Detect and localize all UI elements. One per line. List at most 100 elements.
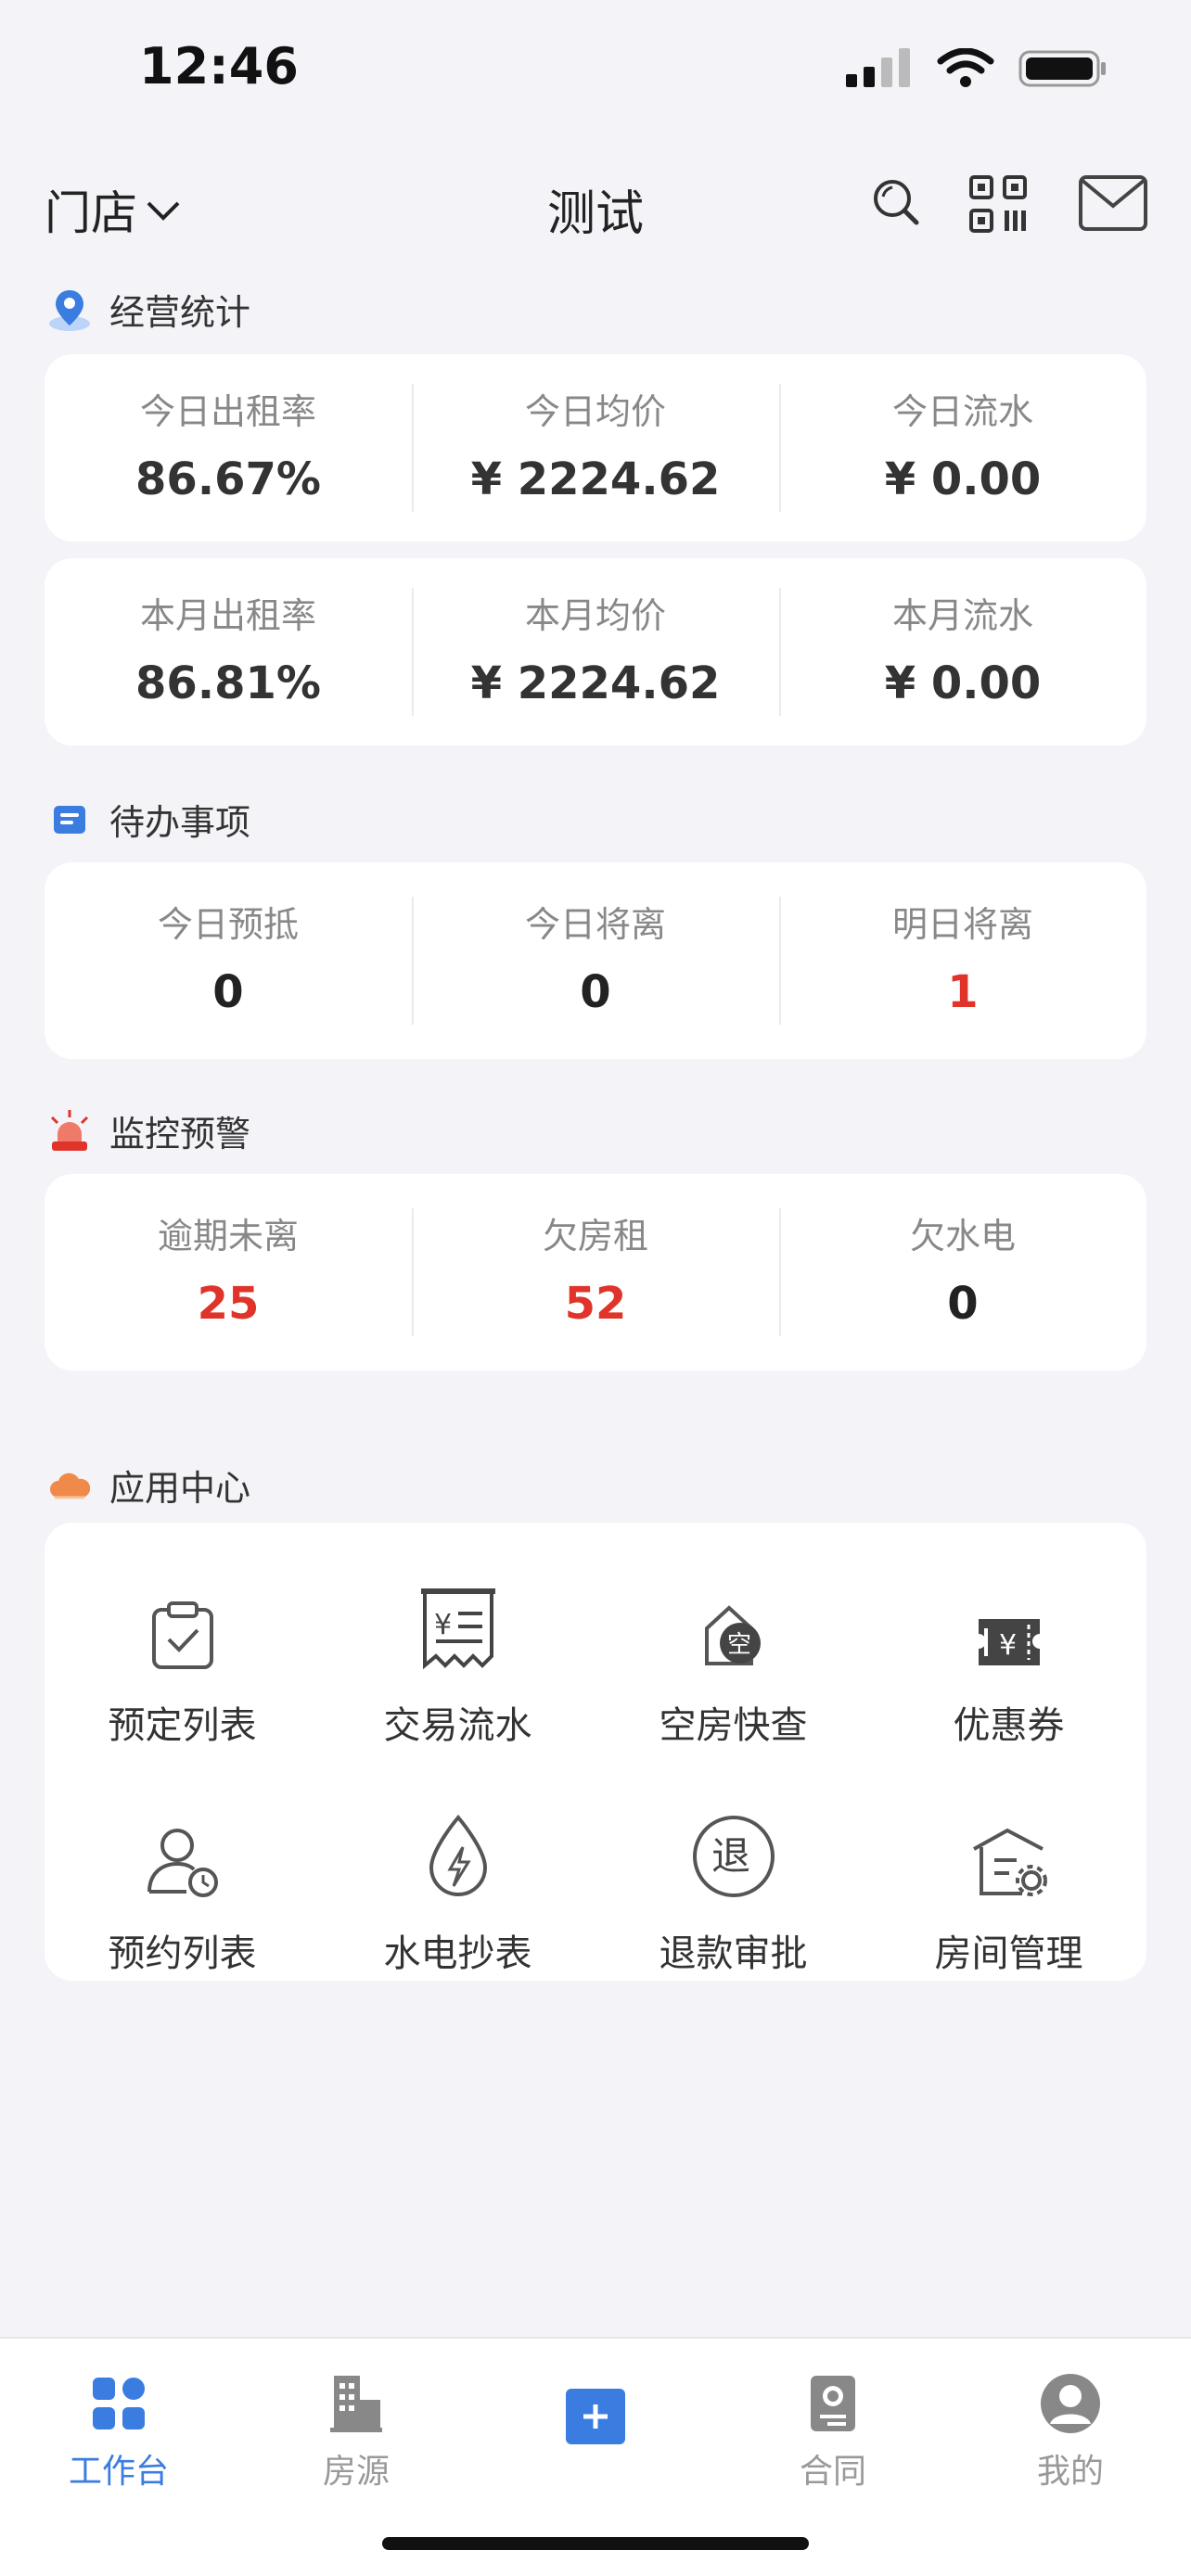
monitor-card: 逾期未离 25 欠房租 52 欠水电 0 — [45, 1174, 1146, 1371]
svg-text:退: 退 — [711, 1833, 750, 1879]
tab-workbench[interactable]: 工作台 — [26, 2366, 211, 2493]
section-title: 监控预警 — [109, 1114, 251, 1154]
app-refund-approval[interactable]: 退 退款审批 — [596, 1806, 871, 2034]
tab-listings[interactable]: 房源 — [263, 2366, 449, 2493]
svg-text:¥: ¥ — [999, 1629, 1017, 1662]
app-label: 房间管理 — [934, 1932, 1083, 1975]
monitor-overdue[interactable]: 逾期未离 25 — [45, 1208, 412, 1336]
app-appointments[interactable]: 预约列表 — [45, 1806, 320, 2034]
status-icons — [846, 47, 1108, 93]
tab-profile[interactable]: 我的 — [978, 2366, 1163, 2493]
coupon-icon: ¥ — [871, 1578, 1146, 1671]
status-time: 12:46 — [139, 37, 299, 96]
section-title: 经营统计 — [109, 292, 251, 333]
stat-today-occupancy[interactable]: 今日出租率 86.67% — [45, 384, 412, 512]
monitor-utility-arrears[interactable]: 欠水电 0 — [779, 1208, 1146, 1336]
stat-label: 今日预抵 — [157, 904, 299, 945]
store-selector[interactable]: 门店 — [45, 176, 182, 243]
todo-departures-tomorrow[interactable]: 明日将离 1 — [779, 897, 1146, 1025]
stat-value: 25 — [197, 1278, 260, 1330]
battery-icon — [1018, 48, 1108, 93]
svg-text:空: 空 — [727, 1631, 751, 1659]
status-bar: 12:46 — [0, 0, 1191, 139]
user-clock-icon — [45, 1806, 320, 1899]
stat-label: 今日均价 — [524, 391, 666, 432]
app-meter-reading[interactable]: 水电抄表 — [320, 1806, 596, 2034]
stat-label: 欠房租 — [542, 1216, 648, 1256]
stat-value: 0 — [947, 1278, 979, 1330]
stat-today-revenue[interactable]: 今日流水 ¥ 0.00 — [779, 384, 1146, 512]
svg-text:¥: ¥ — [434, 1609, 452, 1641]
stat-value: 1 — [947, 966, 979, 1018]
tab-add[interactable] — [503, 2379, 688, 2454]
section-title: 待办事项 — [109, 802, 251, 843]
cloud-icon — [46, 1462, 93, 1509]
stat-label: 欠水电 — [909, 1216, 1016, 1256]
app-label: 预定列表 — [108, 1704, 257, 1747]
stat-label: 本月流水 — [891, 595, 1033, 636]
section-apps: 应用中心 — [46, 1460, 250, 1511]
app-room-management[interactable]: 房间管理 — [871, 1806, 1146, 2034]
tab-label: 房源 — [322, 2453, 390, 2491]
todo-arrivals-today[interactable]: 今日预抵 0 — [45, 897, 412, 1025]
todo-departures-today[interactable]: 今日将离 0 — [412, 897, 779, 1025]
workbench-icon — [26, 2366, 211, 2441]
stat-value: 0 — [212, 966, 244, 1018]
header: 测试 门店 — [0, 158, 1191, 260]
location-pin-icon — [46, 287, 93, 333]
profile-icon — [978, 2366, 1163, 2441]
tab-label: 我的 — [1036, 2453, 1104, 2491]
stat-label: 本月均价 — [524, 595, 666, 636]
stat-value: ¥ 2224.62 — [470, 657, 721, 709]
mail-icon[interactable] — [1078, 174, 1148, 236]
tab-label: 工作台 — [68, 2453, 169, 2491]
monitor-rent-arrears[interactable]: 欠房租 52 — [412, 1208, 779, 1336]
stat-value: 86.67% — [135, 453, 321, 505]
alarm-siren-icon — [46, 1108, 93, 1154]
contract-icon — [740, 2366, 926, 2441]
app-vacancy-lookup[interactable]: 空 空房快查 — [596, 1578, 871, 1806]
apps-card: 预定列表 ¥ 交易流水 空 空房快查 ¥ 优惠券 预约列表 水电抄表 退 退款审… — [45, 1523, 1146, 1981]
app-label: 交易流水 — [383, 1704, 532, 1747]
stat-label: 逾期未离 — [157, 1216, 299, 1256]
stat-label: 明日将离 — [891, 904, 1033, 945]
app-transactions[interactable]: ¥ 交易流水 — [320, 1578, 596, 1806]
home-indicator[interactable] — [382, 2537, 809, 2550]
stat-value: ¥ 0.00 — [884, 453, 1042, 505]
water-electric-icon — [320, 1806, 596, 1899]
today-stats-card: 今日出租率 86.67% 今日均价 ¥ 2224.62 今日流水 ¥ 0.00 — [45, 354, 1146, 542]
stat-value: ¥ 0.00 — [884, 657, 1042, 709]
empty-room-icon: 空 — [596, 1578, 871, 1671]
stat-label: 本月出租率 — [139, 595, 316, 636]
cellular-signal-icon — [846, 48, 913, 93]
app-label: 空房快查 — [659, 1704, 808, 1747]
todo-list-icon — [46, 797, 93, 843]
section-monitor: 监控预警 — [46, 1105, 250, 1156]
section-business-stats: 经营统计 — [46, 284, 250, 335]
clipboard-check-icon — [45, 1578, 320, 1671]
tab-label: 合同 — [799, 2453, 866, 2491]
app-label: 水电抄表 — [383, 1932, 532, 1975]
section-title: 应用中心 — [109, 1468, 251, 1509]
store-label: 门店 — [45, 186, 137, 240]
app-coupons[interactable]: ¥ 优惠券 — [871, 1578, 1146, 1806]
app-label: 优惠券 — [953, 1704, 1065, 1747]
qr-code-icon[interactable] — [968, 174, 1028, 237]
chevron-down-icon — [145, 183, 182, 236]
tab-contracts[interactable]: 合同 — [740, 2366, 926, 2493]
app-booking-list[interactable]: 预定列表 — [45, 1578, 320, 1806]
stat-value: 86.81% — [135, 657, 321, 709]
section-todo: 待办事项 — [46, 794, 250, 845]
stat-month-avg-price[interactable]: 本月均价 ¥ 2224.62 — [412, 588, 779, 716]
stat-month-revenue[interactable]: 本月流水 ¥ 0.00 — [779, 588, 1146, 716]
todo-card: 今日预抵 0 今日将离 0 明日将离 1 — [45, 862, 1146, 1059]
building-icon — [263, 2366, 449, 2441]
stat-label: 今日将离 — [524, 904, 666, 945]
stat-month-occupancy[interactable]: 本月出租率 86.81% — [45, 588, 412, 716]
search-icon[interactable] — [868, 174, 924, 234]
receipt-yuan-icon: ¥ — [320, 1578, 596, 1671]
stat-today-avg-price[interactable]: 今日均价 ¥ 2224.62 — [412, 384, 779, 512]
stat-label: 今日流水 — [891, 391, 1033, 432]
plus-icon — [503, 2379, 688, 2454]
stat-value: ¥ 2224.62 — [470, 453, 721, 505]
